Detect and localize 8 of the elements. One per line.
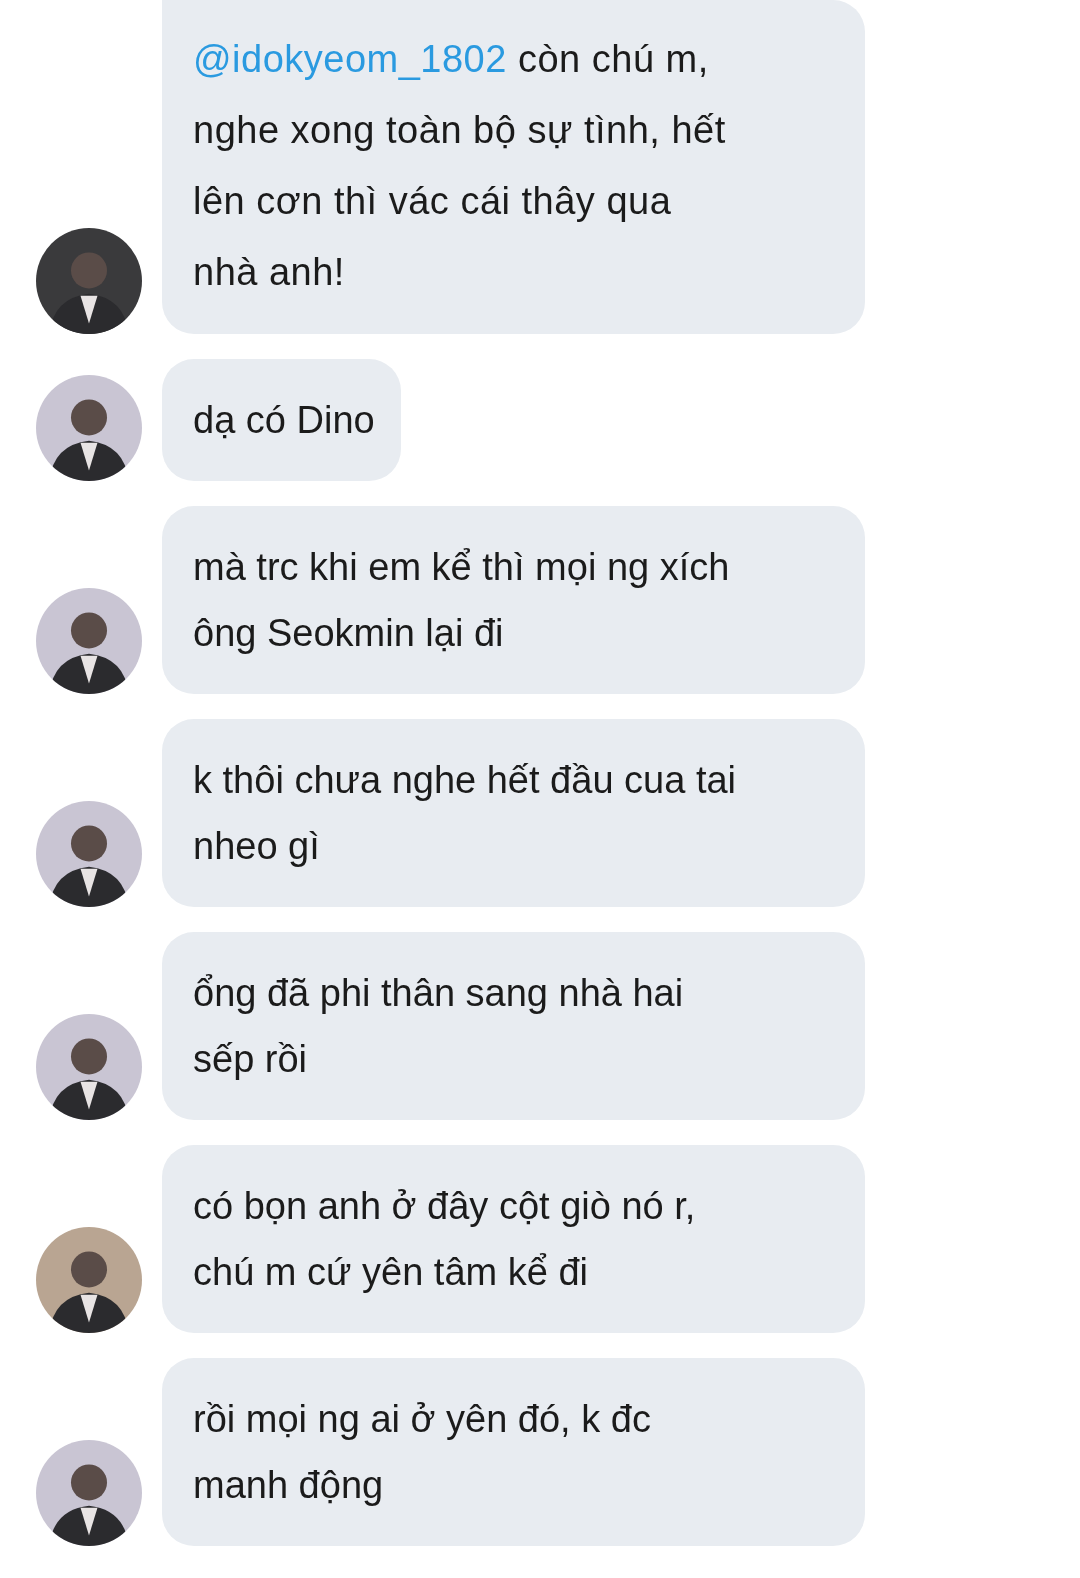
message-text: dạ có Dino	[193, 398, 375, 443]
message-text: mà trc khi em kể thì mọi ng xích ông Seokmin lại đi	[193, 545, 731, 656]
message-text: k thôi chưa nghe hết đầu cua tai nheo gì	[193, 758, 738, 869]
message-text: ổng đã phi thân sang nhà hai sếp rồi	[193, 971, 685, 1082]
message-text: có bọn anh ở đây cột giò nó r, chú m cứ yên tâm kể đi	[193, 1184, 697, 1295]
mention-link[interactable]: @idokyeom_1802	[193, 38, 507, 80]
message-text: @idokyeom_1802 còn chú m, nghe xong toàn bộ sự tình, hết lên cơn thì vác cái thây qua nhà anh!	[193, 37, 727, 295]
message-text: rồi mọi ng ai ở yên đó, k đc manh động	[193, 1397, 652, 1508]
